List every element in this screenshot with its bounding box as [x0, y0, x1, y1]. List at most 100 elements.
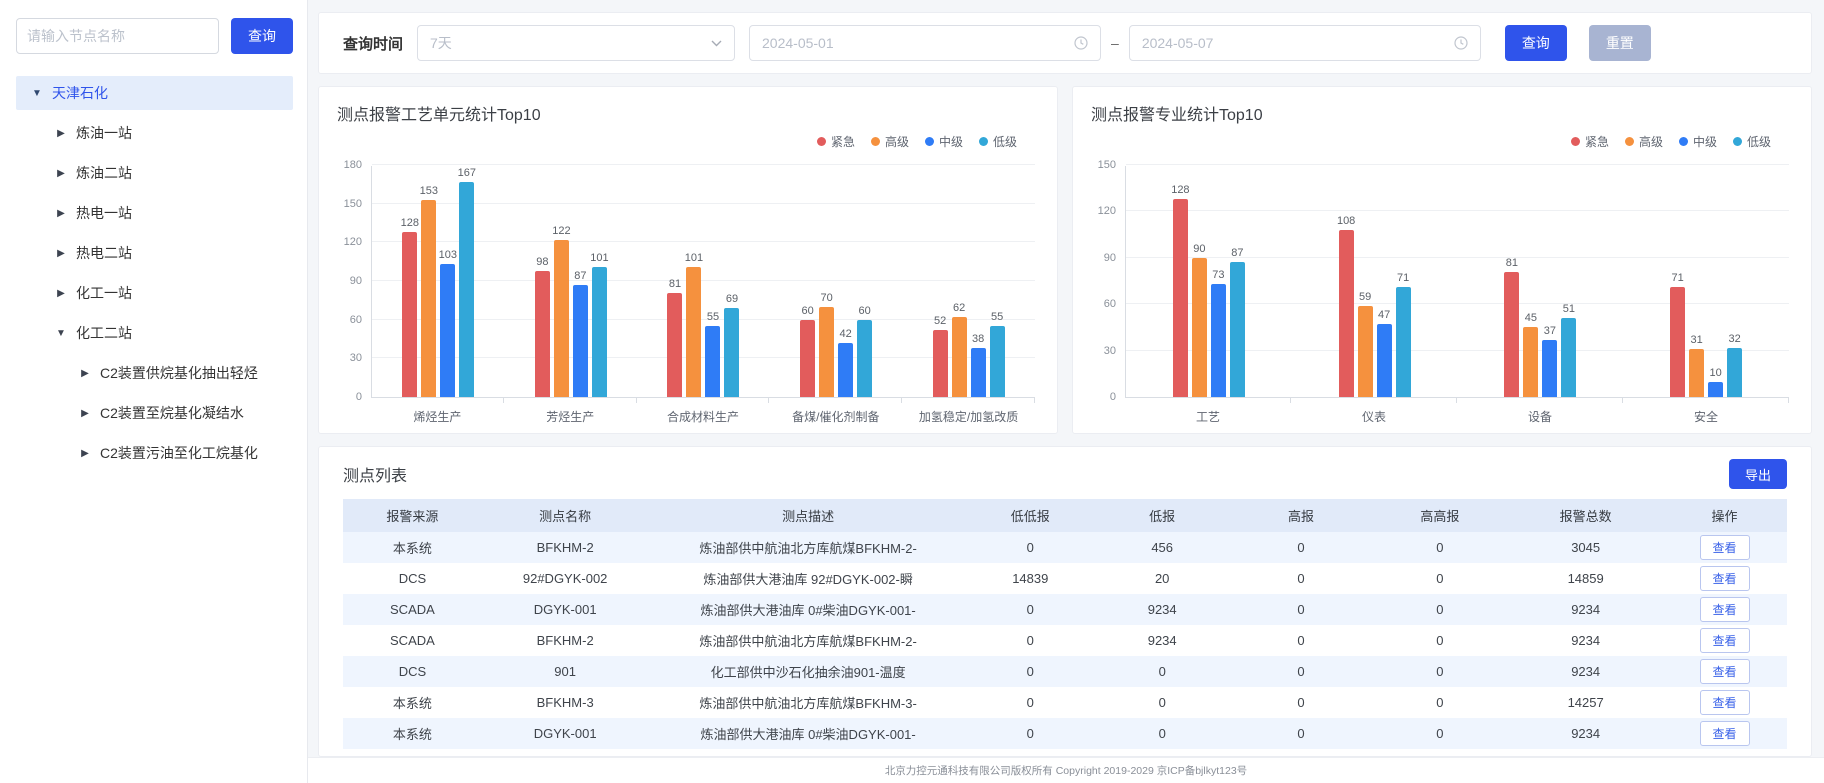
view-button[interactable]: 查看	[1700, 597, 1750, 622]
bar[interactable]: 55	[990, 326, 1005, 397]
tree-item[interactable]: ▶C2装置至烷基化凝结水	[16, 396, 293, 430]
view-button[interactable]: 查看	[1700, 628, 1750, 653]
legend-item[interactable]: 高级	[871, 133, 909, 150]
start-date-input[interactable]: 2024-05-01	[749, 25, 1101, 61]
bar[interactable]: 45	[1523, 327, 1538, 397]
node-search-button[interactable]: 查询	[231, 18, 293, 54]
bar[interactable]: 47	[1377, 324, 1392, 397]
tree-item[interactable]: ▼化工二站	[16, 316, 293, 350]
legend-item[interactable]: 中级	[925, 133, 963, 150]
chart-legend: 紧急高级中级低级	[337, 133, 1017, 150]
bar[interactable]: 31	[1689, 349, 1704, 397]
tree-item[interactable]: ▼天津石化	[16, 76, 293, 110]
tree-item[interactable]: ▶炼油一站	[16, 116, 293, 150]
export-button[interactable]: 导出	[1729, 459, 1787, 489]
bar[interactable]: 62	[952, 317, 967, 397]
column-header: 测点描述	[648, 506, 967, 525]
legend-item[interactable]: 中级	[1679, 133, 1717, 150]
bar[interactable]: 98	[535, 271, 550, 397]
view-button[interactable]: 查看	[1700, 659, 1750, 684]
column-header: 报警来源	[343, 506, 482, 525]
tree-item[interactable]: ▶炼油二站	[16, 156, 293, 190]
bar[interactable]: 37	[1542, 340, 1557, 397]
tree-item[interactable]: ▶C2装置污油至化工烷基化	[16, 436, 293, 470]
y-tick-label: 120	[1098, 206, 1116, 217]
caret-right-icon[interactable]: ▶	[78, 408, 92, 419]
bar[interactable]: 108	[1339, 230, 1354, 397]
tree-item[interactable]: ▶ C2装置供烷基化抽出轻烃	[16, 356, 293, 390]
bar[interactable]: 52	[933, 330, 948, 397]
bar[interactable]: 32	[1727, 348, 1742, 397]
bar[interactable]: 73	[1211, 284, 1226, 397]
bar[interactable]: 10	[1708, 382, 1723, 397]
table-head-row: 测点列表 导出	[343, 459, 1787, 489]
query-button[interactable]: 查询	[1505, 25, 1567, 61]
tree-item[interactable]: ▶热电二站	[16, 236, 293, 270]
node-search-input[interactable]	[16, 18, 219, 54]
column-header: 低低报	[968, 506, 1093, 525]
column-header: 低报	[1093, 506, 1232, 525]
bar[interactable]: 69	[724, 308, 739, 397]
bar[interactable]: 167	[459, 182, 474, 397]
bar-chart: 0306090120150180128153103167981228710181…	[337, 166, 1035, 433]
table-cell: 0	[1232, 571, 1371, 586]
tree-item[interactable]: ▶热电一站	[16, 196, 293, 230]
caret-right-icon[interactable]: ▶	[54, 208, 68, 219]
plot-area: 1289073871085947718145375171311032	[1125, 166, 1789, 398]
tree-item[interactable]: ▶化工一站	[16, 276, 293, 310]
view-button[interactable]: 查看	[1700, 535, 1750, 560]
end-date-input[interactable]: 2024-05-07	[1129, 25, 1481, 61]
clock-icon	[1454, 36, 1468, 50]
view-button[interactable]: 查看	[1700, 690, 1750, 715]
table-cell: 本系统	[343, 724, 482, 743]
view-button[interactable]: 查看	[1700, 566, 1750, 591]
bar[interactable]: 70	[819, 307, 834, 397]
caret-right-icon[interactable]: ▶	[54, 128, 68, 139]
bar[interactable]: 87	[573, 285, 588, 397]
legend-item[interactable]: 低级	[979, 133, 1017, 150]
bar[interactable]: 59	[1358, 306, 1373, 397]
bar[interactable]: 122	[554, 240, 569, 397]
caret-right-icon[interactable]: ▶	[78, 448, 92, 459]
table-cell: SCADA	[343, 633, 482, 648]
bar[interactable]: 71	[1670, 287, 1685, 397]
bar[interactable]: 103	[440, 264, 455, 397]
bar[interactable]: 128	[1173, 199, 1188, 397]
bar[interactable]: 42	[838, 343, 853, 397]
bar[interactable]: 81	[667, 293, 682, 397]
bar-group: 52623855	[902, 166, 1035, 397]
view-button[interactable]: 查看	[1700, 721, 1750, 746]
bar-group: 60704260	[770, 166, 903, 397]
caret-down-icon[interactable]: ▼	[30, 88, 44, 99]
bar[interactable]: 153	[421, 200, 436, 397]
bar[interactable]: 101	[592, 267, 607, 397]
legend-dot-icon	[1679, 137, 1688, 146]
caret-down-icon[interactable]: ▼	[54, 328, 68, 339]
charts-row: 测点报警工艺单元统计Top10 紧急高级中级低级 030609012015018…	[318, 86, 1812, 434]
bar[interactable]: 90	[1192, 258, 1207, 397]
copyright-text: 北京力控元通科技有限公司版权所有 Copyright 2019-2029 京IC…	[885, 763, 1247, 778]
caret-right-icon[interactable]: ▶	[54, 288, 68, 299]
column-header: 操作	[1662, 506, 1787, 525]
caret-right-icon[interactable]: ▶	[54, 248, 68, 259]
legend-dot-icon	[817, 137, 826, 146]
legend-item[interactable]: 紧急	[1571, 133, 1609, 150]
bar[interactable]: 51	[1561, 318, 1576, 397]
caret-right-icon[interactable]: ▶	[54, 168, 68, 179]
bar[interactable]: 38	[971, 348, 986, 397]
bar[interactable]: 60	[800, 320, 815, 397]
time-range-select[interactable]: 7天	[417, 25, 735, 61]
caret-right-icon[interactable]: ▶	[78, 368, 92, 379]
bar[interactable]: 60	[857, 320, 872, 397]
bar[interactable]: 71	[1396, 287, 1411, 397]
bar[interactable]: 87	[1230, 262, 1245, 397]
bar[interactable]: 55	[705, 326, 720, 397]
bar[interactable]: 81	[1504, 272, 1519, 397]
legend-item[interactable]: 紧急	[817, 133, 855, 150]
legend-item[interactable]: 高级	[1625, 133, 1663, 150]
tree-item-label: C2装置供烷基化抽出轻烃	[100, 363, 258, 383]
legend-item[interactable]: 低级	[1733, 133, 1771, 150]
reset-button[interactable]: 重置	[1589, 25, 1651, 61]
bar[interactable]: 101	[686, 267, 701, 397]
bar[interactable]: 128	[402, 232, 417, 397]
